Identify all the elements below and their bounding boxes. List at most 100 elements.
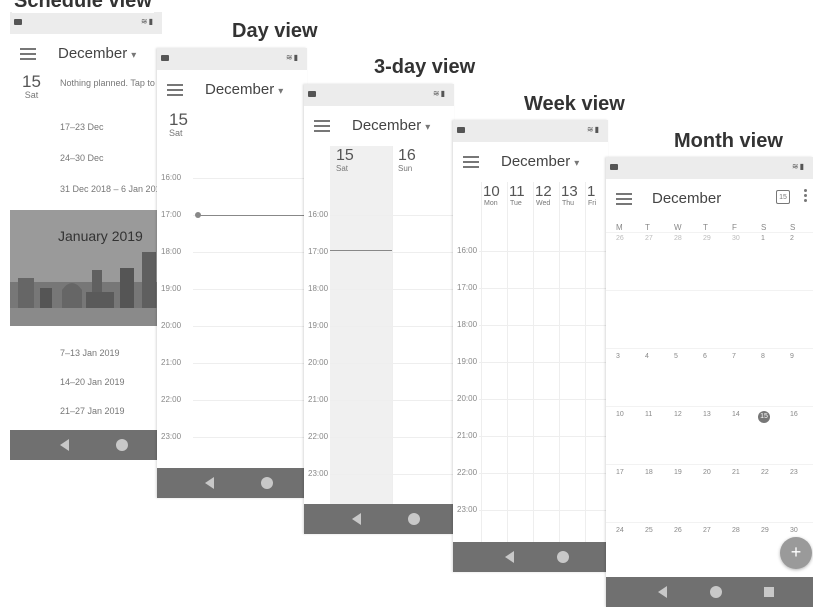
date-cell[interactable]: 19 [674,469,682,476]
sim-icon [308,91,316,97]
date-cell[interactable]: 5 [674,353,678,360]
chevron-down-icon: ▾ [278,86,284,97]
back-icon[interactable] [505,551,514,563]
date-cell[interactable]: 29 [703,235,711,242]
hour-gridline [479,325,608,326]
menu-icon[interactable] [20,48,36,60]
more-options-icon[interactable] [804,189,807,202]
menu-icon[interactable] [463,156,479,168]
signal-battery-icon: ≋▮ [140,17,154,26]
date-cell[interactable]: 3 [616,353,620,360]
week-divider [606,464,813,465]
date-cell[interactable]: 16 [790,411,798,418]
hour-label: 19:00 [161,284,182,293]
back-icon[interactable] [60,439,69,451]
signal-battery-icon: ≋▮ [432,89,446,98]
menu-icon[interactable] [314,120,330,132]
current-time-dot [195,212,201,218]
date-cell[interactable]: 30 [790,527,798,534]
empty-day-prompt[interactable]: Nothing planned. Tap to create. [60,78,162,88]
weekday-label: W [674,223,682,232]
add-event-button[interactable]: + [780,537,812,569]
week-divider [606,232,813,233]
day-number[interactable]: 12 [535,183,552,200]
date-cell[interactable]: 12 [674,411,682,418]
hour-label: 18:00 [457,320,478,329]
date-cell[interactable]: 27 [703,527,711,534]
date-cell[interactable]: 6 [703,353,707,360]
week-range-item[interactable]: 31 Dec 2018 – 6 Jan 2019 [60,184,162,194]
date-cell[interactable]: 23 [790,469,798,476]
date-cell[interactable]: 18 [645,469,653,476]
date-cell[interactable]: 1 [761,235,765,242]
day-number[interactable]: 10 [483,183,500,200]
home-icon[interactable] [116,439,128,451]
day-name: Sat [336,164,349,173]
date-cell[interactable]: 10 [616,411,624,418]
menu-icon[interactable] [616,193,632,205]
day-name: Sun [398,164,413,173]
app-toolbar: December 15 [606,179,813,219]
home-icon[interactable] [710,586,722,598]
date-cell[interactable]: 22 [761,469,769,476]
hour-label: 18:00 [161,247,182,256]
date-cell[interactable]: 11 [645,411,652,418]
day-number[interactable]: 13 [561,183,578,200]
nav-bar [606,577,813,607]
month-selector[interactable]: December ▾ [501,153,579,170]
month-selector[interactable]: December ▾ [205,81,283,98]
calendar-today-icon[interactable]: 15 [776,190,790,204]
date-cell[interactable]: 28 [674,235,682,242]
recent-apps-icon[interactable] [764,587,774,597]
three-day-view-panel: ≋▮ December ▾ 15 Sat 16 Sun 16:00 17:00 18:00 1… [304,84,454,534]
day-number[interactable]: 16 [398,147,416,165]
day-number[interactable]: 11 [509,183,525,200]
hour-label: 17:00 [161,210,182,219]
day-number[interactable]: 1 [587,183,595,200]
week-range-item[interactable]: 7–13 Jan 2019 [60,348,120,358]
month-banner: January 2019 [10,210,162,326]
hour-gridline [479,362,608,363]
home-icon[interactable] [408,513,420,525]
day-number[interactable]: 15 [336,147,354,165]
date-cell[interactable]: 28 [732,527,740,534]
date-cell[interactable]: 26 [674,527,682,534]
date-cell[interactable]: 2 [790,235,794,242]
date-cell[interactable]: 21 [732,469,740,476]
day-divider [507,182,508,542]
home-icon[interactable] [557,551,569,563]
home-icon[interactable] [261,477,273,489]
date-cell[interactable]: 13 [703,411,711,418]
week-range-item[interactable]: 17–23 Dec [60,122,104,132]
date-cell[interactable]: 17 [616,469,624,476]
back-icon[interactable] [205,477,214,489]
date-cell[interactable]: 24 [616,527,624,534]
menu-icon[interactable] [167,84,183,96]
date-cell[interactable]: 27 [645,235,653,242]
date-cell[interactable]: 26 [616,235,624,242]
date-cell[interactable]: 25 [645,527,653,534]
week-range-item[interactable]: 24–30 Dec [60,153,104,163]
chevron-down-icon: ▾ [574,158,580,169]
week-range-item[interactable]: 14–20 Jan 2019 [60,377,125,387]
hour-label: 20:00 [308,358,329,367]
month-selector[interactable]: December ▾ [352,117,430,134]
week-range-item[interactable]: 21–27 Jan 2019 [60,406,125,416]
back-icon[interactable] [658,586,667,598]
date-cell[interactable]: 8 [761,353,765,360]
date-cell[interactable]: 29 [761,527,769,534]
date-cell[interactable]: 7 [732,353,736,360]
date-cell[interactable]: 14 [732,411,740,418]
today-cell[interactable]: 15 [758,411,770,423]
hour-gridline [479,251,608,252]
month-view-panel: ≋▮ December 15 M T W T F S S 26 27 28 29 30 1 2 3 4 5 6 7 8… [606,157,813,607]
date-cell[interactable]: 4 [645,353,649,360]
back-icon[interactable] [352,513,361,525]
date-cell[interactable]: 9 [790,353,794,360]
nav-bar [10,430,162,460]
month-selector[interactable]: December ▾ [58,45,136,62]
date-cell[interactable]: 30 [732,235,740,242]
hour-gridline [479,399,608,400]
month-selector[interactable]: December [652,190,721,207]
date-cell[interactable]: 20 [703,469,711,476]
